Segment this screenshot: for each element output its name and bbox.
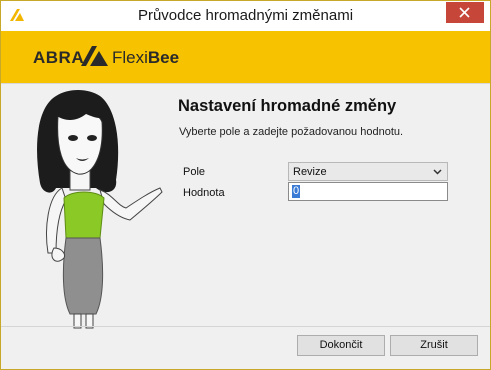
field-select[interactable]: Revize — [288, 162, 448, 181]
close-button[interactable] — [446, 2, 484, 23]
field-select-value: Revize — [293, 166, 327, 178]
chevron-down-icon — [433, 169, 442, 175]
mascot-illustration — [37, 90, 163, 329]
logo-abra-text: ABRA — [33, 48, 85, 67]
value-input[interactable]: 0 — [288, 182, 448, 201]
page-subtitle: Vyberte pole a zadejte požadovanou hodno… — [179, 126, 404, 138]
value-input-text: 0 — [292, 185, 301, 198]
window-title: Průvodce hromadnými změnami — [137, 7, 354, 24]
field-label: Pole — [183, 166, 206, 178]
logo-mark-icon — [81, 46, 108, 66]
finish-button[interactable]: Dokončit — [297, 335, 385, 356]
header-banner: ABRA FlexiBee — [1, 31, 490, 83]
footer-divider — [1, 326, 490, 327]
title-bar: Průvodce hromadnými změnami — [1, 1, 490, 31]
wizard-window: Průvodce hromadnými změnami ABRA FlexiBe… — [0, 0, 491, 370]
logo-flexibee-text: FlexiBee — [112, 48, 180, 67]
page-title: Nastavení hromadné změny — [178, 97, 397, 115]
value-label: Hodnota — [183, 187, 225, 199]
banner-divider — [1, 83, 490, 84]
close-icon — [459, 7, 470, 18]
cancel-button[interactable]: Zrušit — [390, 335, 478, 356]
